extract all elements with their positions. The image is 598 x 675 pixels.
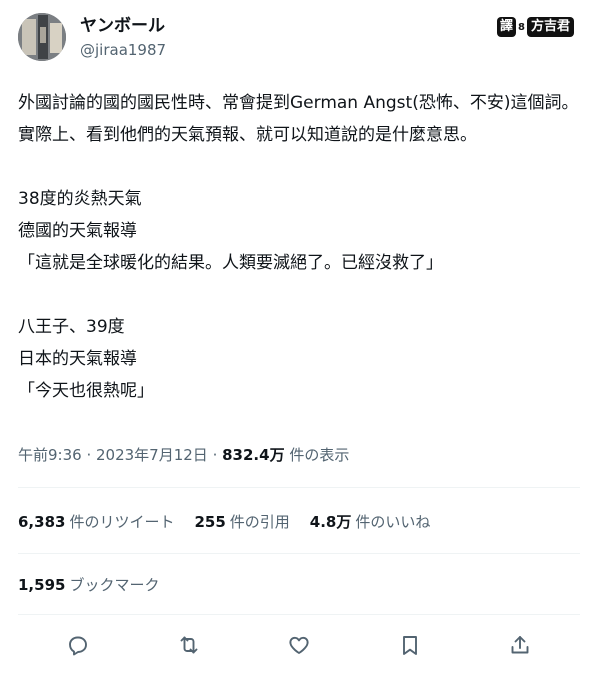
retweets-label: 件のリツイート	[69, 513, 175, 531]
tweet-line: 「這就是全球暖化的結果。人類要滅絕了。已經沒救了」	[18, 253, 443, 273]
like-button[interactable]	[282, 628, 316, 662]
tweet-line: 日本的天氣報導	[18, 349, 137, 369]
views-label: 件の表示	[284, 446, 350, 464]
retweet-button[interactable]	[172, 628, 206, 662]
divider	[18, 614, 580, 615]
meta-separator: ·	[81, 446, 96, 464]
likes-label: 件のいいね	[355, 513, 431, 531]
tweet-line: 外國討論的國的國民性時、常會提到German Angst(恐怖、不安)這個詞。實…	[18, 93, 579, 145]
watermark-dot: 8	[518, 21, 525, 33]
reply-icon	[69, 636, 87, 656]
bookmark-button[interactable]	[393, 628, 427, 662]
translator-watermark: 譯 8 方吉君	[497, 15, 574, 39]
tweet-line: 八王子、39度	[18, 317, 125, 337]
retweets-stat[interactable]: 6,383 件のリツイート	[18, 510, 174, 534]
views-count[interactable]: 832.4万	[222, 446, 284, 464]
likes-count: 4.8万	[309, 513, 352, 531]
quotes-label: 件の引用	[229, 513, 290, 531]
share-button[interactable]	[503, 628, 537, 662]
tweet-meta: 午前9:36 · 2023年7月12日 · 832.4万 件の表示	[18, 443, 349, 467]
bookmarks-count: 1,595	[18, 576, 66, 594]
divider	[18, 487, 580, 488]
engagement-stats: 6,383 件のリツイート 255 件の引用 4.8万 件のいいね	[18, 510, 450, 534]
bookmarks-stat[interactable]: 1,595 ブックマーク	[18, 573, 159, 597]
watermark-badge: 譯	[497, 17, 517, 37]
like-icon	[289, 636, 309, 654]
display-name[interactable]: ヤンボール	[80, 15, 166, 37]
share-icon	[511, 636, 529, 654]
reply-button[interactable]	[61, 628, 95, 662]
action-bar	[18, 628, 580, 662]
post-date[interactable]: 2023年7月12日	[96, 446, 208, 464]
tweet-header: ヤンボール @jiraa1987 譯 8 方吉君	[18, 13, 580, 65]
tweet-text: 外國討論的國的國民性時、常會提到German Angst(恐怖、不安)這個詞。實…	[18, 87, 586, 407]
tweet-line: 「今天也很熱呢」	[18, 381, 154, 401]
post-time[interactable]: 午前9:36	[18, 446, 82, 464]
quotes-count: 255	[194, 513, 226, 531]
bookmarks-label: ブックマーク	[69, 576, 160, 594]
tweet-line: 德國的天氣報導	[18, 221, 137, 241]
likes-stat[interactable]: 4.8万 件のいいね	[310, 510, 431, 534]
tweet-line: 38度的炎熱天氣	[18, 189, 142, 209]
divider	[18, 553, 580, 554]
quotes-stat[interactable]: 255 件の引用	[194, 510, 289, 534]
meta-separator: ·	[207, 446, 223, 464]
retweets-count: 6,383	[18, 513, 66, 531]
watermark-name: 方吉君	[526, 17, 574, 37]
user-handle[interactable]: @jiraa1987	[80, 39, 166, 61]
retweet-icon	[180, 636, 198, 654]
avatar[interactable]	[18, 13, 66, 61]
bookmark-icon	[403, 636, 417, 655]
